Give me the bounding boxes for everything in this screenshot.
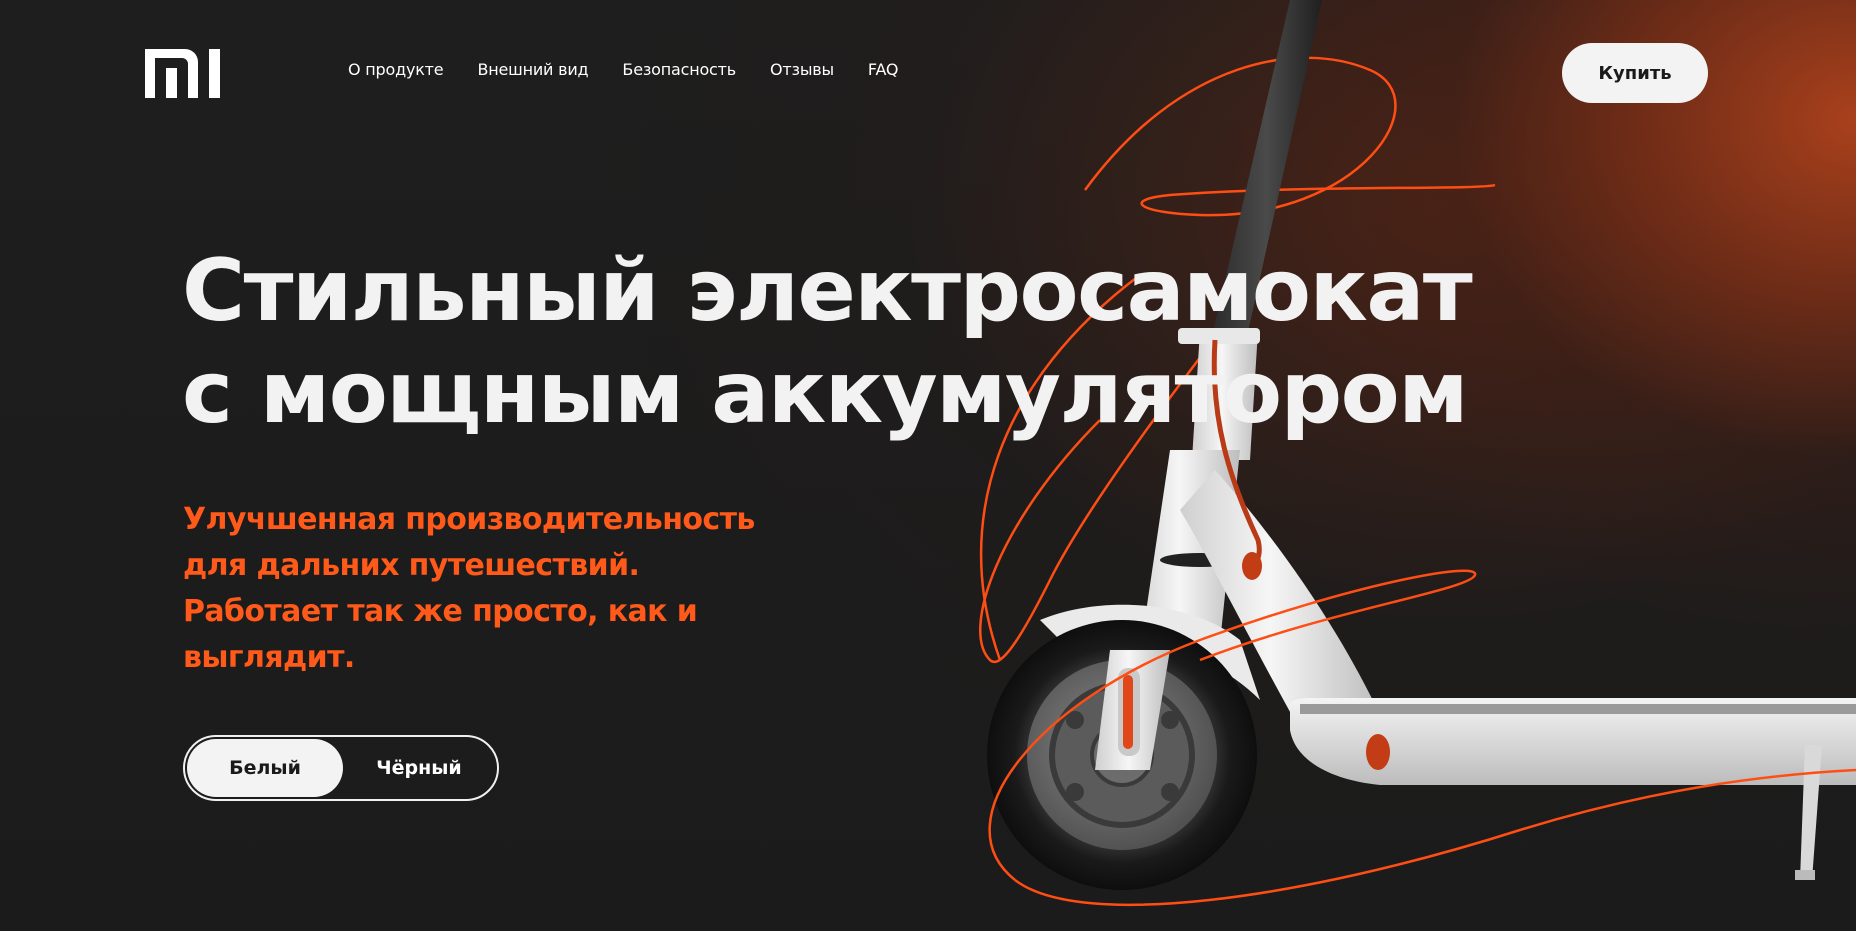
- hero-subtitle: Улучшенная производительность для дальни…: [183, 497, 755, 681]
- color-option-black[interactable]: Чёрный: [343, 739, 495, 797]
- mi-logo-icon[interactable]: [145, 49, 221, 98]
- hero-subtitle-line: выглядит.: [183, 640, 355, 675]
- hero-headline: Стильный электросамокат с мощным аккумул…: [182, 240, 1473, 444]
- nav-item-reviews[interactable]: Отзывы: [770, 60, 834, 79]
- hero-headline-line: Стильный электросамокат: [182, 241, 1473, 341]
- main-nav: О продукте Внешний вид Безопасность Отзы…: [348, 60, 932, 79]
- nav-item-appearance[interactable]: Внешний вид: [477, 60, 588, 79]
- hero-subtitle-line: Улучшенная производительность: [183, 502, 755, 537]
- color-option-white[interactable]: Белый: [187, 739, 343, 797]
- nav-item-faq[interactable]: FAQ: [868, 60, 899, 79]
- landing-page: О продукте Внешний вид Безопасность Отзы…: [0, 0, 1856, 931]
- hero-subtitle-line: Работает так же просто, как и: [183, 594, 698, 629]
- nav-item-about[interactable]: О продукте: [348, 60, 444, 79]
- hero-headline-line: с мощным аккумулятором: [182, 343, 1469, 443]
- hero-subtitle-line: для дальних путешествий.: [183, 548, 640, 583]
- color-toggle: Белый Чёрный: [183, 735, 499, 801]
- nav-item-safety[interactable]: Безопасность: [622, 60, 736, 79]
- buy-button[interactable]: Купить: [1562, 43, 1708, 103]
